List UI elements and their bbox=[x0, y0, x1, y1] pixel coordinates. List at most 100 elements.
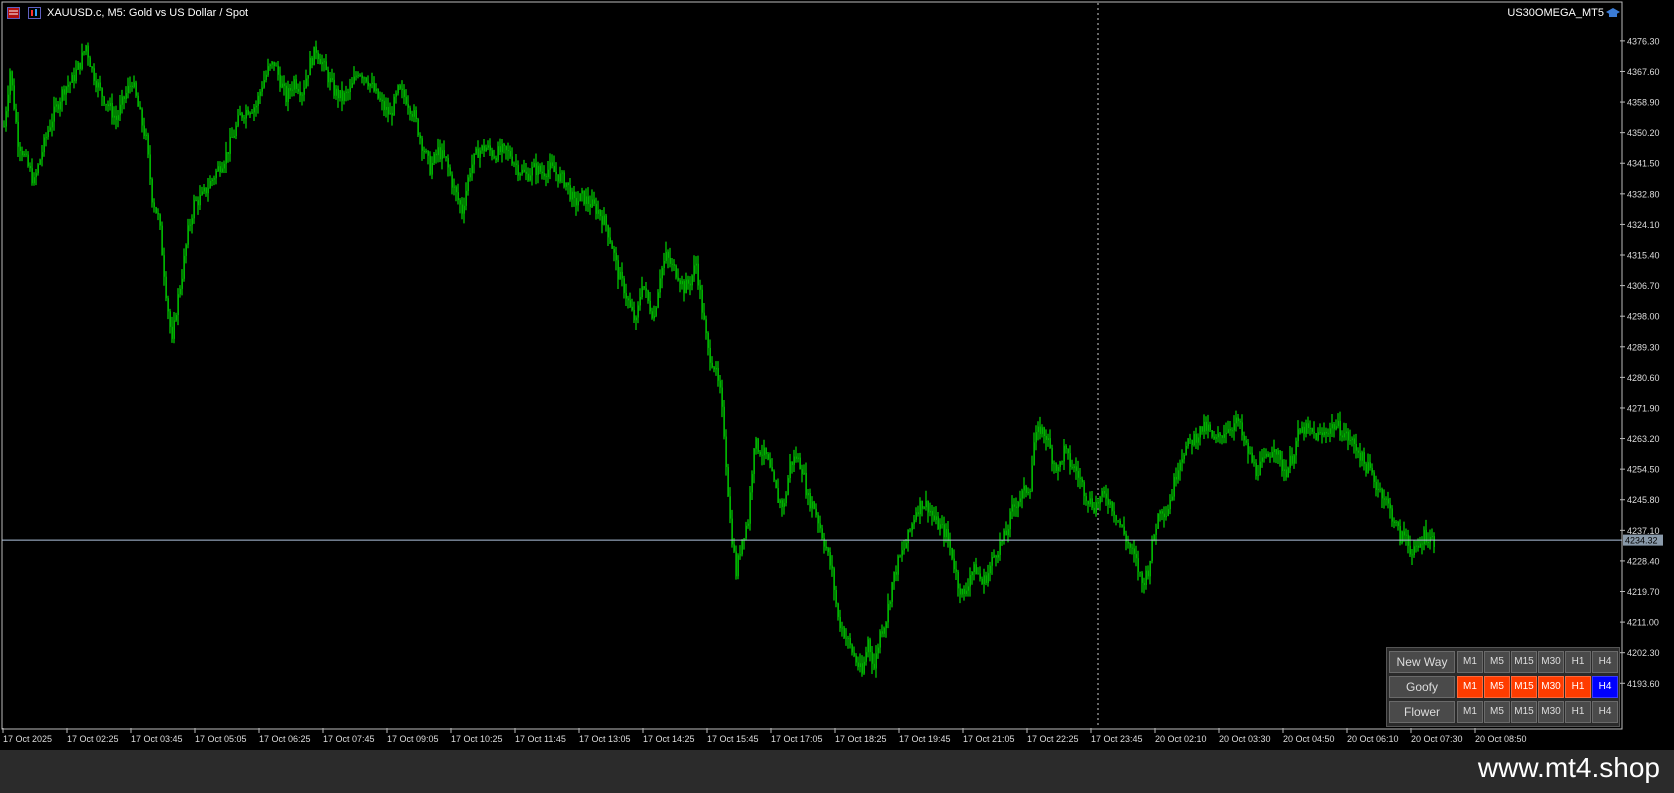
candle-body bbox=[1285, 469, 1287, 478]
candle-body bbox=[527, 173, 529, 181]
candle-body bbox=[997, 554, 999, 558]
candle-body bbox=[645, 288, 647, 291]
goofy-h4-button[interactable]: H4 bbox=[1592, 676, 1618, 698]
candle-body bbox=[417, 119, 419, 136]
candle-body bbox=[1055, 463, 1057, 471]
candle-body bbox=[175, 314, 177, 321]
candle-body bbox=[271, 61, 273, 65]
candle-body bbox=[485, 147, 487, 152]
candle-body bbox=[131, 85, 133, 87]
candle-body bbox=[1213, 436, 1215, 439]
candle-body bbox=[155, 207, 157, 214]
candle-body bbox=[387, 106, 389, 115]
new-way-m5-button[interactable]: M5 bbox=[1484, 651, 1510, 673]
candle-body bbox=[1245, 440, 1247, 443]
flower-m1-button[interactable]: M1 bbox=[1457, 701, 1483, 723]
candle-body bbox=[1377, 488, 1379, 491]
candle-body bbox=[479, 150, 481, 158]
candle-body bbox=[1351, 438, 1353, 441]
candle-body bbox=[1123, 526, 1125, 535]
flower-m15-button[interactable]: M15 bbox=[1511, 701, 1537, 723]
candle-body bbox=[501, 144, 503, 153]
chart-menu-icon[interactable] bbox=[7, 7, 20, 19]
candle-body bbox=[1167, 509, 1169, 517]
candle-body bbox=[1093, 507, 1095, 513]
new-way-button[interactable]: New Way bbox=[1389, 651, 1455, 673]
candle-body bbox=[727, 467, 729, 497]
candle-body bbox=[1151, 539, 1153, 561]
candle-body bbox=[539, 165, 541, 172]
candle-body bbox=[819, 523, 821, 529]
flower-h1-button[interactable]: H1 bbox=[1565, 701, 1591, 723]
candle-body bbox=[427, 150, 429, 156]
candle-body bbox=[971, 572, 973, 576]
candle-body bbox=[1129, 543, 1131, 548]
goofy-m30-button[interactable]: M30 bbox=[1538, 676, 1564, 698]
flower-m5-button[interactable]: M5 bbox=[1484, 701, 1510, 723]
candle-body bbox=[633, 310, 635, 321]
goofy-m1-button[interactable]: M1 bbox=[1457, 676, 1483, 698]
candle-body bbox=[623, 278, 625, 294]
graduation-cap-icon[interactable] bbox=[1605, 6, 1621, 20]
candle-body bbox=[289, 88, 291, 91]
candle-body bbox=[1281, 459, 1283, 471]
x-tick-label: 17 Oct 15:45 bbox=[707, 734, 759, 744]
new-way-h1-button[interactable]: H1 bbox=[1565, 651, 1591, 673]
flower-button[interactable]: Flower bbox=[1389, 701, 1455, 723]
candle-body bbox=[287, 88, 289, 103]
candle-body bbox=[691, 275, 693, 286]
candle-body bbox=[1355, 443, 1357, 451]
candle-body bbox=[347, 91, 349, 93]
candle-body bbox=[1297, 429, 1299, 442]
goofy-button[interactable]: Goofy bbox=[1389, 676, 1455, 698]
candle-body bbox=[249, 112, 251, 115]
flower-h4-button[interactable]: H4 bbox=[1592, 701, 1618, 723]
candle-body bbox=[1095, 502, 1097, 513]
candle-body bbox=[239, 113, 241, 116]
candle-body bbox=[1335, 426, 1337, 430]
flower-m30-button[interactable]: M30 bbox=[1538, 701, 1564, 723]
candle-body bbox=[7, 94, 9, 112]
candle-body bbox=[1107, 498, 1109, 505]
candle-body bbox=[1321, 432, 1323, 436]
goofy-h1-button[interactable]: H1 bbox=[1565, 676, 1591, 698]
candle-body bbox=[137, 95, 139, 107]
candle-body bbox=[981, 578, 983, 585]
candle-body bbox=[1327, 433, 1329, 435]
new-way-m1-button[interactable]: M1 bbox=[1457, 651, 1483, 673]
new-way-m30-button[interactable]: M30 bbox=[1538, 651, 1564, 673]
goofy-m5-button[interactable]: M5 bbox=[1484, 676, 1510, 698]
candle-body bbox=[1271, 452, 1273, 458]
candle-body bbox=[1061, 461, 1063, 463]
candle-body bbox=[373, 82, 375, 92]
candle-body bbox=[817, 514, 819, 524]
candle-body bbox=[725, 436, 727, 468]
candle-body bbox=[1287, 467, 1289, 478]
y-tick-label: 4193.60 bbox=[1627, 679, 1660, 689]
candle-body bbox=[605, 215, 607, 226]
candle-body bbox=[675, 265, 677, 278]
candle-body bbox=[405, 96, 407, 104]
candle-body bbox=[67, 84, 69, 87]
candle-body bbox=[367, 81, 369, 87]
candle-body bbox=[763, 447, 765, 456]
x-tick-label: 20 Oct 07:30 bbox=[1411, 734, 1463, 744]
candle-body bbox=[311, 57, 313, 66]
candle-body bbox=[917, 512, 919, 515]
new-way-m15-button[interactable]: M15 bbox=[1511, 651, 1537, 673]
candle-body bbox=[1249, 452, 1251, 454]
candle-body bbox=[761, 454, 763, 456]
chart-type-icon[interactable] bbox=[28, 7, 41, 19]
y-tick-label: 4298.00 bbox=[1627, 312, 1660, 322]
candle-body bbox=[291, 89, 293, 91]
candle-body bbox=[1253, 462, 1255, 464]
candle-body bbox=[301, 94, 303, 96]
candle-body bbox=[529, 175, 531, 181]
goofy-m15-button[interactable]: M15 bbox=[1511, 676, 1537, 698]
candle-body bbox=[1383, 498, 1385, 500]
candle-body bbox=[1389, 503, 1391, 509]
candle-body bbox=[505, 145, 507, 151]
new-way-h4-button[interactable]: H4 bbox=[1592, 651, 1618, 673]
candle-body bbox=[247, 110, 249, 115]
candle-body bbox=[1429, 537, 1431, 543]
